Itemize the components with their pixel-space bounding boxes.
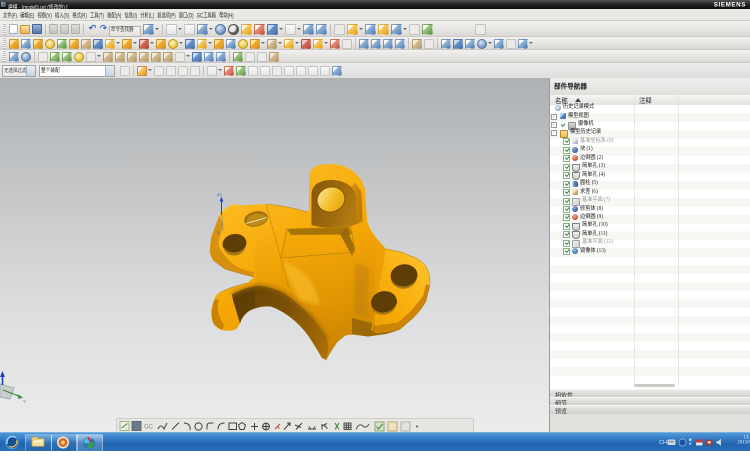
svg-text:CH: CH xyxy=(659,440,667,446)
svg-text:GC: GC xyxy=(144,425,154,431)
